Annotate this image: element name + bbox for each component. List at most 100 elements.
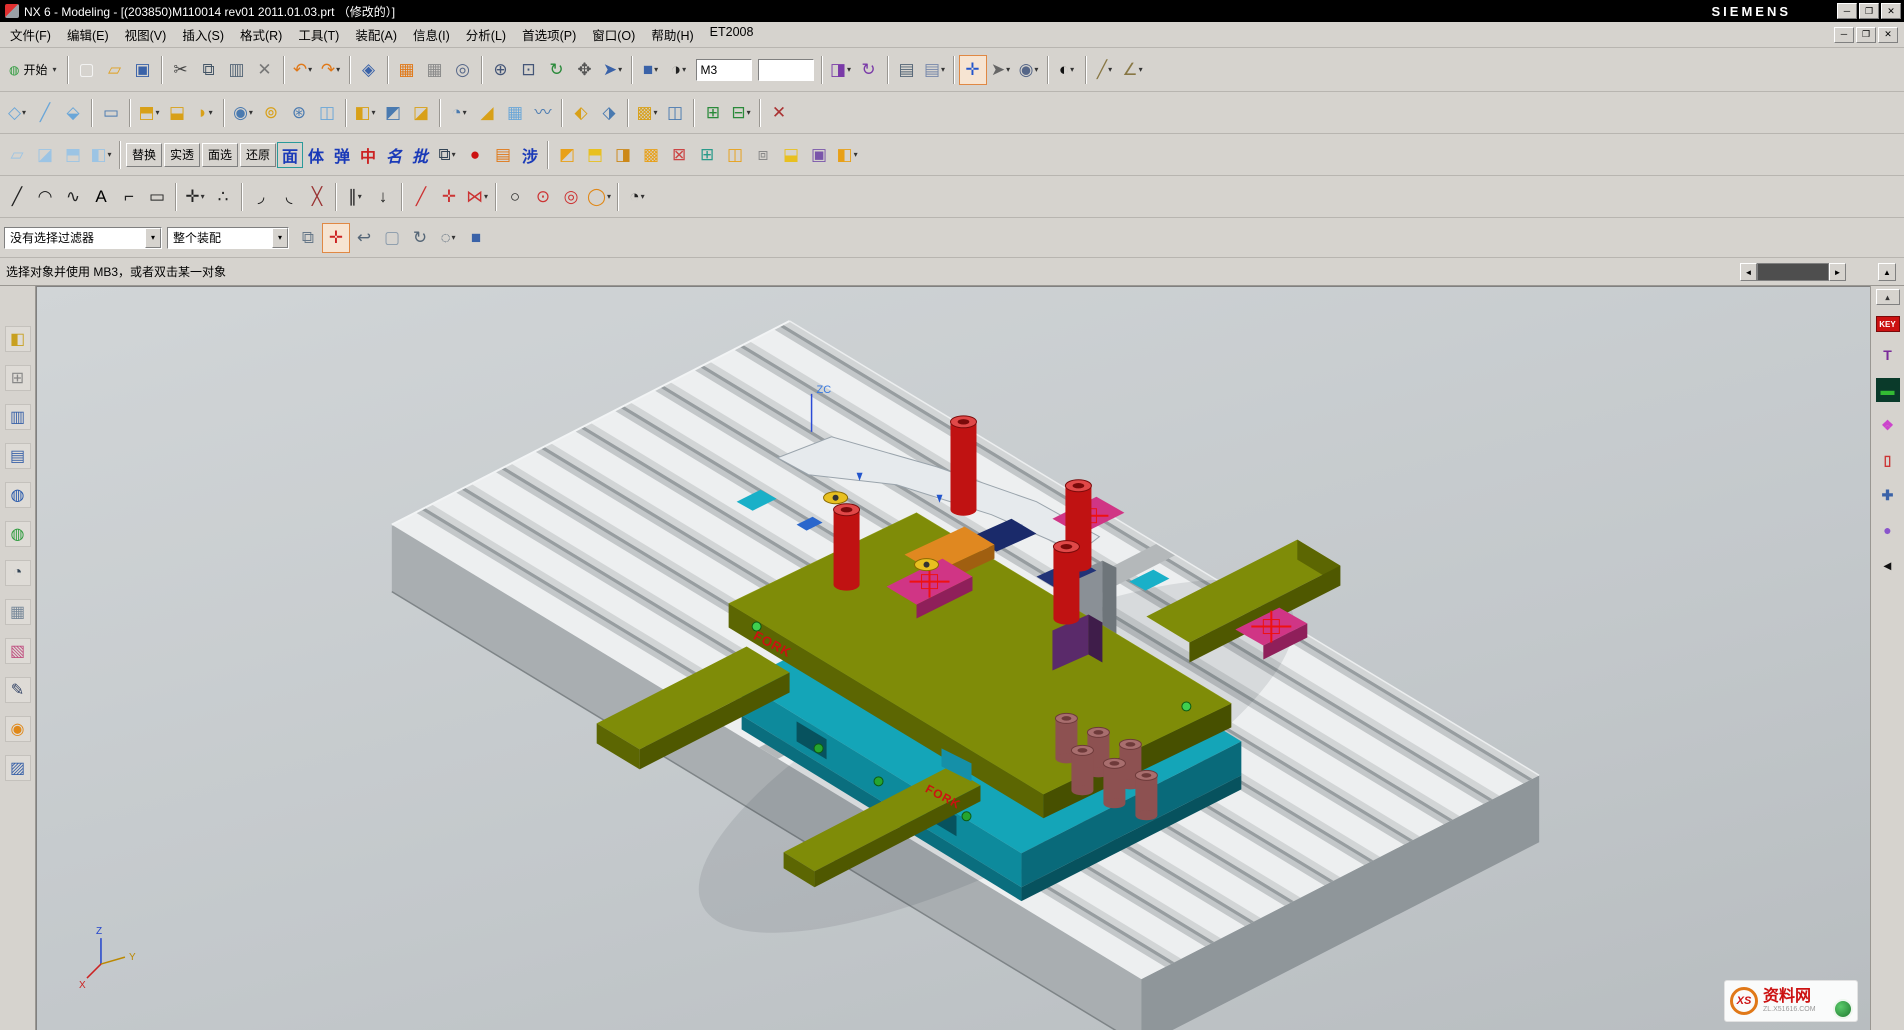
menu-item-0[interactable]: 文件(F)	[2, 22, 59, 47]
line-tool-button[interactable]: ╱	[3, 182, 31, 212]
menu-item-5[interactable]: 工具(T)	[290, 22, 347, 47]
sheet-2-button[interactable]: ◪	[31, 140, 59, 170]
die-cube-10-button[interactable]: ▣	[805, 140, 833, 170]
menu-item-11[interactable]: 帮助(H)	[643, 22, 701, 47]
interference-char-button[interactable]: 涉	[517, 142, 543, 168]
new-file-button[interactable]: ▢	[73, 55, 101, 85]
bridge-curve-button[interactable]: ⋈▾	[463, 182, 491, 212]
command-finder-button[interactable]: ◈	[355, 55, 383, 85]
key-palette-button[interactable]: KEY	[1876, 316, 1900, 332]
grid-gray-button[interactable]: ▦	[421, 55, 449, 85]
thread-button[interactable]: 〰	[529, 98, 557, 128]
mold-palette-button[interactable]: ▯	[1876, 448, 1900, 472]
mdi-close-button[interactable]: ✕	[1878, 27, 1898, 43]
shaded-view-button[interactable]: ■▾	[637, 55, 665, 85]
boss-button[interactable]: ⊚	[257, 98, 285, 128]
point-tool-button[interactable]: ✛▾	[181, 182, 209, 212]
move-object-button[interactable]: ◨▾	[827, 55, 855, 85]
ball-palette-button[interactable]: ●	[1876, 518, 1900, 542]
die-cube-1-button[interactable]: ◩	[553, 140, 581, 170]
cue-window-button[interactable]: ▥	[5, 404, 31, 430]
red-ball-button[interactable]: ●	[461, 140, 489, 170]
menu-item-8[interactable]: 分析(L)	[458, 22, 514, 47]
roles-button[interactable]: ◉	[5, 716, 31, 742]
die-cube-6-button[interactable]: ⊞	[693, 140, 721, 170]
wireframe-cube-button[interactable]: ▢	[378, 223, 406, 253]
menu-item-3[interactable]: 插入(S)	[174, 22, 232, 47]
unite-button[interactable]: ◧▾	[351, 98, 379, 128]
touch-panel-button[interactable]: ▨	[5, 755, 31, 781]
layer-category-button[interactable]: ▤▾	[921, 55, 949, 85]
menu-item-10[interactable]: 窗口(O)	[584, 22, 643, 47]
cut-button[interactable]: ✂	[167, 55, 195, 85]
part-navigator-button[interactable]: ▤	[5, 443, 31, 469]
circle-3pt-button[interactable]: ◎	[557, 182, 585, 212]
sync-delete-face-button[interactable]: ⊟▾	[727, 98, 755, 128]
internet-explorer-button[interactable]: ◍	[5, 521, 31, 547]
rectangle-tool-button[interactable]: ▭	[143, 182, 171, 212]
pan-view-button[interactable]: ✥	[571, 55, 599, 85]
mirror-feature-button[interactable]: ◫	[661, 98, 689, 128]
extrude-button[interactable]: ⬒▾	[135, 98, 163, 128]
start-button[interactable]: ◍开始▾	[3, 55, 63, 85]
body-char-button[interactable]: 体	[303, 142, 329, 168]
die-cube-4-button[interactable]: ▩	[637, 140, 665, 170]
replace-button[interactable]: 替换	[126, 143, 162, 167]
face-char-button[interactable]: 面	[277, 142, 303, 168]
datum-plane-button[interactable]: ◇▾	[3, 98, 31, 128]
die-cube-2-button[interactable]: ⬒	[581, 140, 609, 170]
restore-button[interactable]: ❐	[1859, 3, 1879, 19]
subtract-button[interactable]: ◩	[379, 98, 407, 128]
trim-body-button[interactable]: ⬖	[567, 98, 595, 128]
cancel-feature-button[interactable]: ✕	[765, 98, 793, 128]
spline-tool-button[interactable]: ∿	[59, 182, 87, 212]
background-dropdown[interactable]	[758, 59, 814, 81]
batch-char-button[interactable]: 批	[407, 142, 433, 168]
shaded-cube-button[interactable]: ■	[462, 223, 490, 253]
sweep-button[interactable]: ◗▾	[191, 98, 219, 128]
open-button[interactable]: ▱	[101, 55, 129, 85]
refresh-view-button[interactable]: ↻	[543, 55, 571, 85]
die-cube-3-button[interactable]: ◨	[609, 140, 637, 170]
signature-button[interactable]: ✎	[5, 677, 31, 703]
tile-windows-button[interactable]: ◧	[5, 326, 31, 352]
copy-tag-button[interactable]: ⧉▾	[433, 140, 461, 170]
intersect-button[interactable]: ◪	[407, 98, 435, 128]
scroll-left-button[interactable]: ◄	[1740, 263, 1757, 281]
rotate-object-button[interactable]: ↻	[855, 55, 883, 85]
dialog-rail-button[interactable]: ⊞	[5, 365, 31, 391]
die-cube-8-button[interactable]: ⧈	[749, 140, 777, 170]
point-set-button[interactable]: ∴	[209, 182, 237, 212]
revolve-button[interactable]: ⬓	[163, 98, 191, 128]
arc-tool-button[interactable]: ◠	[31, 182, 59, 212]
die-cube-7-button[interactable]: ◫	[721, 140, 749, 170]
chip-palette-button[interactable]: ▬	[1876, 378, 1900, 402]
center-char-button[interactable]: 中	[355, 142, 381, 168]
chevron-down-icon[interactable]: ▾	[272, 228, 288, 248]
pair-select-button[interactable]: ⧉	[294, 223, 322, 253]
pocket-button[interactable]: ⊛	[285, 98, 313, 128]
datum-csys-button[interactable]: ⬙	[59, 98, 87, 128]
menu-item-12[interactable]: ET2008	[702, 22, 762, 47]
sheet-1-button[interactable]: ▱	[3, 140, 31, 170]
die-cube-5-button[interactable]: ⊠	[665, 140, 693, 170]
copy-button[interactable]: ⧉	[195, 55, 223, 85]
orange-doc-button[interactable]: ▤	[489, 140, 517, 170]
sketch-button[interactable]: ▭	[97, 98, 125, 128]
layer-settings-button[interactable]: ▤	[893, 55, 921, 85]
name-char-button[interactable]: 名	[381, 142, 407, 168]
hole-button[interactable]: ◉▾	[229, 98, 257, 128]
scroll-up-corner-button[interactable]: ▲	[1878, 263, 1896, 281]
sync-move-face-button[interactable]: ⊞	[699, 98, 727, 128]
render-style-button[interactable]: ◑▾	[665, 55, 693, 85]
translucent-button[interactable]: 实透	[164, 143, 200, 167]
view-plane-dropdown[interactable]: M3	[696, 59, 752, 81]
minimize-button[interactable]: ─	[1837, 3, 1857, 19]
measure-distance-button[interactable]: ╱▾	[1091, 55, 1119, 85]
corner-tool-button[interactable]: ⌐	[115, 182, 143, 212]
menu-item-9[interactable]: 首选项(P)	[514, 22, 584, 47]
shell-button[interactable]: ▦	[501, 98, 529, 128]
trim-tool-button[interactable]: ╳	[303, 182, 331, 212]
fillet-tool-button[interactable]: ◞	[247, 182, 275, 212]
close-button[interactable]: ✕	[1881, 3, 1901, 19]
